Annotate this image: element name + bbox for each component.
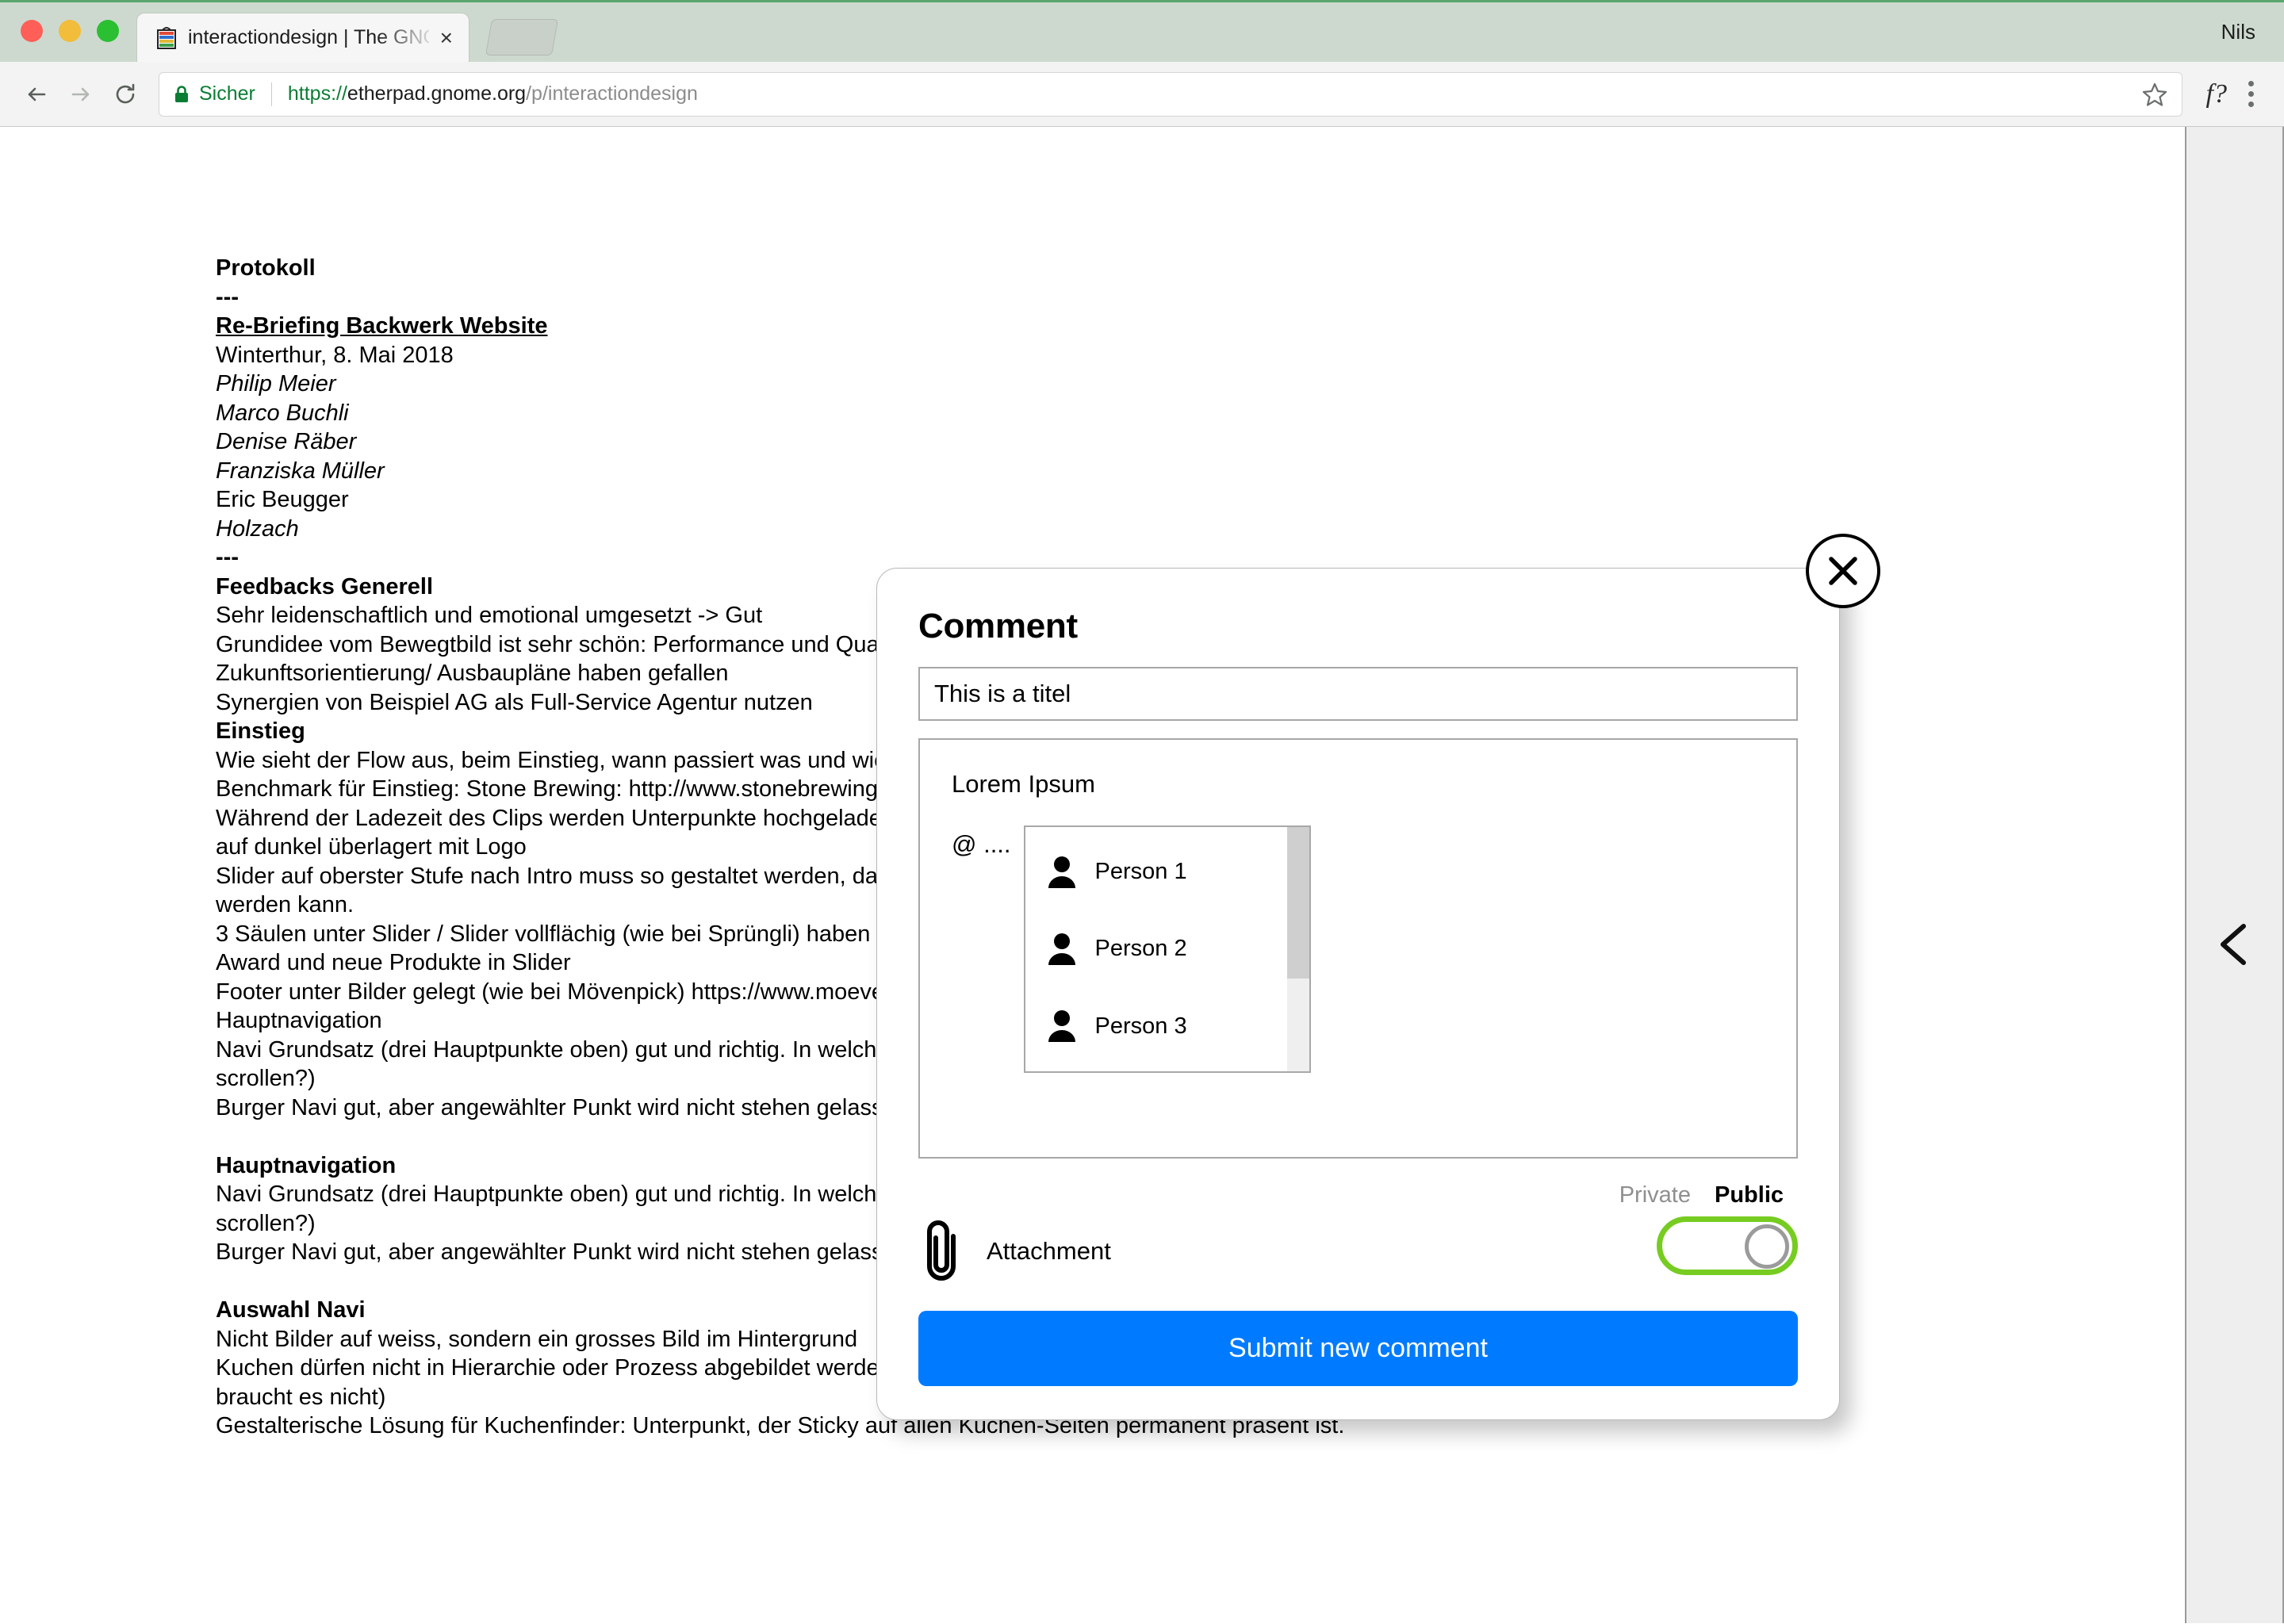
document-line: Philip Meier — [216, 371, 336, 396]
person-name: Person 2 — [1094, 936, 1187, 962]
page-viewport: Protokoll --- Re-Briefing Backwerk Website… — [0, 127, 2284, 1623]
visibility-toggle-group: Private Public — [1560, 1182, 1798, 1275]
url-host: etherpad.gnome.org — [347, 82, 527, 105]
abacus-icon — [156, 26, 177, 50]
close-icon[interactable] — [1806, 534, 1880, 608]
document-line: --- — [216, 284, 239, 310]
document-line: Marco Buchli — [216, 400, 349, 426]
mention-suggestion-list[interactable]: Person 1 Person 2 Person 3 — [1023, 825, 1311, 1073]
visibility-private-label[interactable]: Private — [1619, 1182, 1691, 1208]
comment-title-input[interactable] — [918, 667, 1798, 721]
visibility-toggle-switch[interactable] — [1657, 1216, 1798, 1275]
document-line: Protokoll — [216, 255, 316, 281]
url-text: https://etherpad.gnome.org/p/interaction… — [288, 82, 2133, 105]
profile-name-label[interactable]: Nils — [2221, 20, 2255, 44]
kebab-dot — [2248, 91, 2254, 97]
attachment-label: Attachment — [987, 1237, 1111, 1265]
paperclip-icon — [925, 1216, 966, 1287]
maximize-window-button[interactable] — [97, 20, 119, 42]
browser-window: interactiondesign | The GNOME × Nils — [0, 0, 2284, 1624]
comment-body-area[interactable]: Lorem Ipsum @ .... Person 1 Person 2 Per… — [918, 738, 1798, 1159]
tab-strip: interactiondesign | The GNOME × Nils — [0, 0, 2284, 62]
kebab-dot — [2248, 102, 2254, 107]
toggle-knob[interactable] — [1745, 1224, 1789, 1269]
collapsed-sidebar[interactable] — [2185, 127, 2284, 1623]
browser-tab-active[interactable]: interactiondesign | The GNOME × — [136, 13, 469, 62]
list-item[interactable]: Person 3 — [1025, 1009, 1309, 1044]
url-scheme: https:// — [287, 82, 347, 105]
attachment-button[interactable]: Attachment — [925, 1216, 1111, 1287]
comment-modal: Comment Lorem Ipsum @ .... — [876, 534, 1880, 1420]
person-icon — [1046, 855, 1078, 890]
close-tab-button[interactable]: × — [440, 26, 469, 49]
browser-toolbar: Sicher https://etherpad.gnome.org/p/inte… — [0, 62, 2284, 127]
window-controls — [21, 20, 119, 42]
visibility-public-label[interactable]: Public — [1715, 1182, 1784, 1208]
visibility-labels: Private Public — [1560, 1182, 1798, 1208]
mention-prefix-label: @ .... — [952, 830, 1011, 858]
comment-meta-row: Attachment Private Public — [918, 1182, 1798, 1301]
kebab-menu-icon[interactable] — [2238, 81, 2270, 107]
address-bar-divider — [270, 82, 272, 106]
person-name: Person 1 — [1094, 859, 1187, 885]
modal-title: Comment — [918, 607, 1078, 645]
document-line: Eric Beugger — [216, 487, 349, 512]
close-window-button[interactable] — [21, 20, 43, 42]
mention-row: @ .... Person 1 Person 2 Person 3 — [952, 825, 1796, 1073]
star-icon[interactable] — [2142, 82, 2167, 107]
document-line: Re-Briefing Backwerk Website — [216, 313, 548, 339]
url-path: /p/interactiondesign — [526, 82, 698, 105]
submit-comment-button[interactable]: Submit new comment — [918, 1311, 1798, 1386]
browser-tab-inactive[interactable] — [485, 19, 559, 56]
list-item[interactable]: Person 2 — [1025, 932, 1309, 967]
mention-list-scrollbar[interactable] — [1286, 827, 1309, 1071]
address-bar[interactable]: Sicher https://etherpad.gnome.org/p/inte… — [159, 71, 2182, 117]
document-line: Winterthur, 8. Mai 2018 — [216, 342, 454, 368]
person-icon — [1046, 1009, 1078, 1044]
person-icon — [1046, 932, 1078, 967]
forward-button[interactable] — [59, 72, 103, 117]
lock-icon — [174, 85, 190, 104]
tab-title: interactiondesign | The GNOME — [188, 26, 429, 48]
reload-button[interactable] — [103, 72, 148, 117]
document-line: Franziska Müller — [216, 458, 385, 484]
document-line: Holzach — [216, 515, 299, 542]
extension-icon[interactable]: f? — [2195, 79, 2238, 109]
document-line: Denise Räber — [216, 429, 357, 454]
chevron-left-icon[interactable] — [2213, 920, 2255, 969]
security-status-label: Sicher — [199, 82, 255, 105]
scrollbar-thumb[interactable] — [1286, 827, 1309, 979]
kebab-dot — [2248, 81, 2254, 86]
comment-body-text: Lorem Ipsum — [952, 770, 1095, 798]
person-name: Person 3 — [1094, 1013, 1187, 1039]
list-item[interactable]: Person 1 — [1025, 855, 1309, 890]
back-button[interactable] — [14, 72, 59, 117]
minimize-window-button[interactable] — [59, 20, 81, 42]
